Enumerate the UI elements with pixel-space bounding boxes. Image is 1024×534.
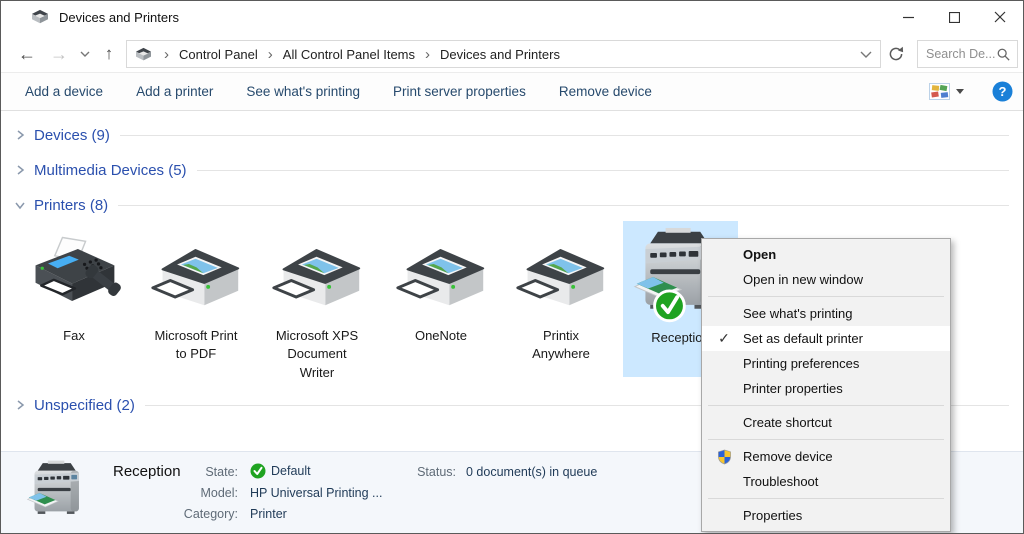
chevron-right-icon <box>13 399 27 411</box>
printer-icon <box>262 223 372 315</box>
recent-locations-dropdown[interactable] <box>77 38 93 70</box>
menu-item-see-whats-printing[interactable]: See what's printing <box>702 301 950 326</box>
printer-label: Microsoft Print to PDF <box>148 327 244 364</box>
menu-item-set-as-default-printer[interactable]: ✓ Set as default printer <box>702 326 950 351</box>
chevron-right-icon <box>13 164 27 176</box>
uac-shield-icon <box>712 444 736 469</box>
title-bar: Devices and Printers <box>1 1 1023 33</box>
selected-printer-thumbnail-icon <box>25 460 91 531</box>
status-label: Status: <box>386 465 456 479</box>
refresh-button[interactable] <box>888 46 904 62</box>
fax-machine-icon <box>19 223 129 315</box>
close-icon <box>994 11 1006 23</box>
printer-tile-onenote[interactable]: OneNote <box>386 223 496 345</box>
navigation-bar: ← → ↑ › Control Panel › All Control Pane… <box>1 38 1023 70</box>
back-button[interactable]: ← <box>15 38 39 70</box>
printer-icon <box>141 223 251 315</box>
menu-separator <box>708 439 944 440</box>
printer-tile-printix-anywhere[interactable]: Printix Anywhere <box>506 223 616 364</box>
maximize-icon <box>949 12 960 23</box>
model-value: HP Universal Printing ... <box>250 486 382 500</box>
menu-item-troubleshoot[interactable]: Troubleshoot <box>702 469 950 494</box>
view-mode-icon <box>929 83 950 100</box>
window-title: Devices and Printers <box>59 10 179 25</box>
printer-label: Printix Anywhere <box>513 327 609 364</box>
group-header-devices[interactable]: Devices (9) <box>13 124 1009 146</box>
help-button[interactable]: ? <box>992 81 1013 102</box>
breadcrumb-separator: › <box>417 46 438 63</box>
check-icon: ✓ <box>712 326 736 351</box>
maximize-button[interactable] <box>931 1 977 33</box>
up-button[interactable]: ↑ <box>97 38 121 70</box>
search-input[interactable] <box>918 47 996 61</box>
location-printer-icon <box>135 47 152 62</box>
menu-item-printing-preferences[interactable]: Printing preferences <box>702 351 950 376</box>
printer-tile-microsoft-xps-document-writer[interactable]: Microsoft XPS Document Writer <box>262 223 372 382</box>
svg-text:?: ? <box>999 84 1007 99</box>
model-label: Model: <box>168 486 238 500</box>
default-printer-badge <box>654 291 684 321</box>
address-bar[interactable]: › Control Panel › All Control Panel Item… <box>126 40 881 68</box>
chevron-right-icon <box>13 129 27 141</box>
printer-label: OneNote <box>393 327 489 345</box>
command-toolbar: Add a device Add a printer See what's pr… <box>1 72 1023 111</box>
breadcrumb-devices-and-printers[interactable]: Devices and Printers <box>438 47 562 62</box>
devices-and-printers-window: Devices and Printers ← → ↑ › Control Pan… <box>0 0 1024 534</box>
menu-item-open-in-new-window[interactable]: Open in new window <box>702 267 950 292</box>
search-icon <box>996 47 1011 62</box>
menu-item-open[interactable]: Open <box>702 242 950 267</box>
add-a-printer-button[interactable]: Add a printer <box>136 84 213 99</box>
view-dropdown-caret-icon <box>956 89 964 94</box>
category-value: Printer <box>250 507 287 521</box>
refresh-icon <box>888 46 904 62</box>
printer-label: Fax <box>26 327 122 345</box>
see-whats-printing-button[interactable]: See what's printing <box>246 84 360 99</box>
print-server-properties-button[interactable]: Print server properties <box>393 84 526 99</box>
breadcrumb-control-panel[interactable]: Control Panel <box>177 47 260 62</box>
default-check-icon <box>250 463 266 479</box>
breadcrumb-separator: › <box>260 46 281 63</box>
state-value: Default <box>250 463 311 479</box>
menu-separator <box>708 296 944 297</box>
menu-separator <box>708 498 944 499</box>
menu-separator <box>708 405 944 406</box>
menu-item-create-shortcut[interactable]: Create shortcut <box>702 410 950 435</box>
add-a-device-button[interactable]: Add a device <box>25 84 103 99</box>
status-value: 0 document(s) in queue <box>466 465 597 479</box>
minimize-button[interactable] <box>885 1 931 33</box>
chevron-down-icon <box>80 50 90 58</box>
menu-item-printer-properties[interactable]: Printer properties <box>702 376 950 401</box>
help-icon: ? <box>992 81 1013 102</box>
change-view-button[interactable] <box>925 80 968 103</box>
breadcrumb-separator: › <box>156 46 177 63</box>
printer-tile-microsoft-print-to-pdf[interactable]: Microsoft Print to PDF <box>141 223 251 364</box>
printer-app-icon <box>31 9 49 25</box>
chevron-down-icon <box>13 200 27 210</box>
group-header-printers[interactable]: Printers (8) <box>13 194 1009 216</box>
printer-label: Microsoft XPS Document Writer <box>269 327 365 382</box>
menu-item-properties[interactable]: Properties <box>702 503 950 528</box>
remove-device-button[interactable]: Remove device <box>559 84 652 99</box>
printer-icon <box>386 223 496 315</box>
group-header-multimedia-devices[interactable]: Multimedia Devices (5) <box>13 159 1009 181</box>
address-dropdown-icon[interactable] <box>860 50 872 59</box>
context-menu: Open Open in new window See what's print… <box>701 238 951 532</box>
printer-icon <box>506 223 616 315</box>
breadcrumb-all-control-panel-items[interactable]: All Control Panel Items <box>281 47 417 62</box>
minimize-icon <box>903 12 914 23</box>
menu-item-remove-device[interactable]: Remove device <box>702 444 950 469</box>
close-button[interactable] <box>977 1 1023 33</box>
category-label: Category: <box>168 507 238 521</box>
search-box[interactable] <box>917 40 1018 68</box>
state-label: State: <box>168 465 238 479</box>
forward-button[interactable]: → <box>47 38 71 70</box>
printer-tile-fax[interactable]: Fax <box>19 223 129 345</box>
